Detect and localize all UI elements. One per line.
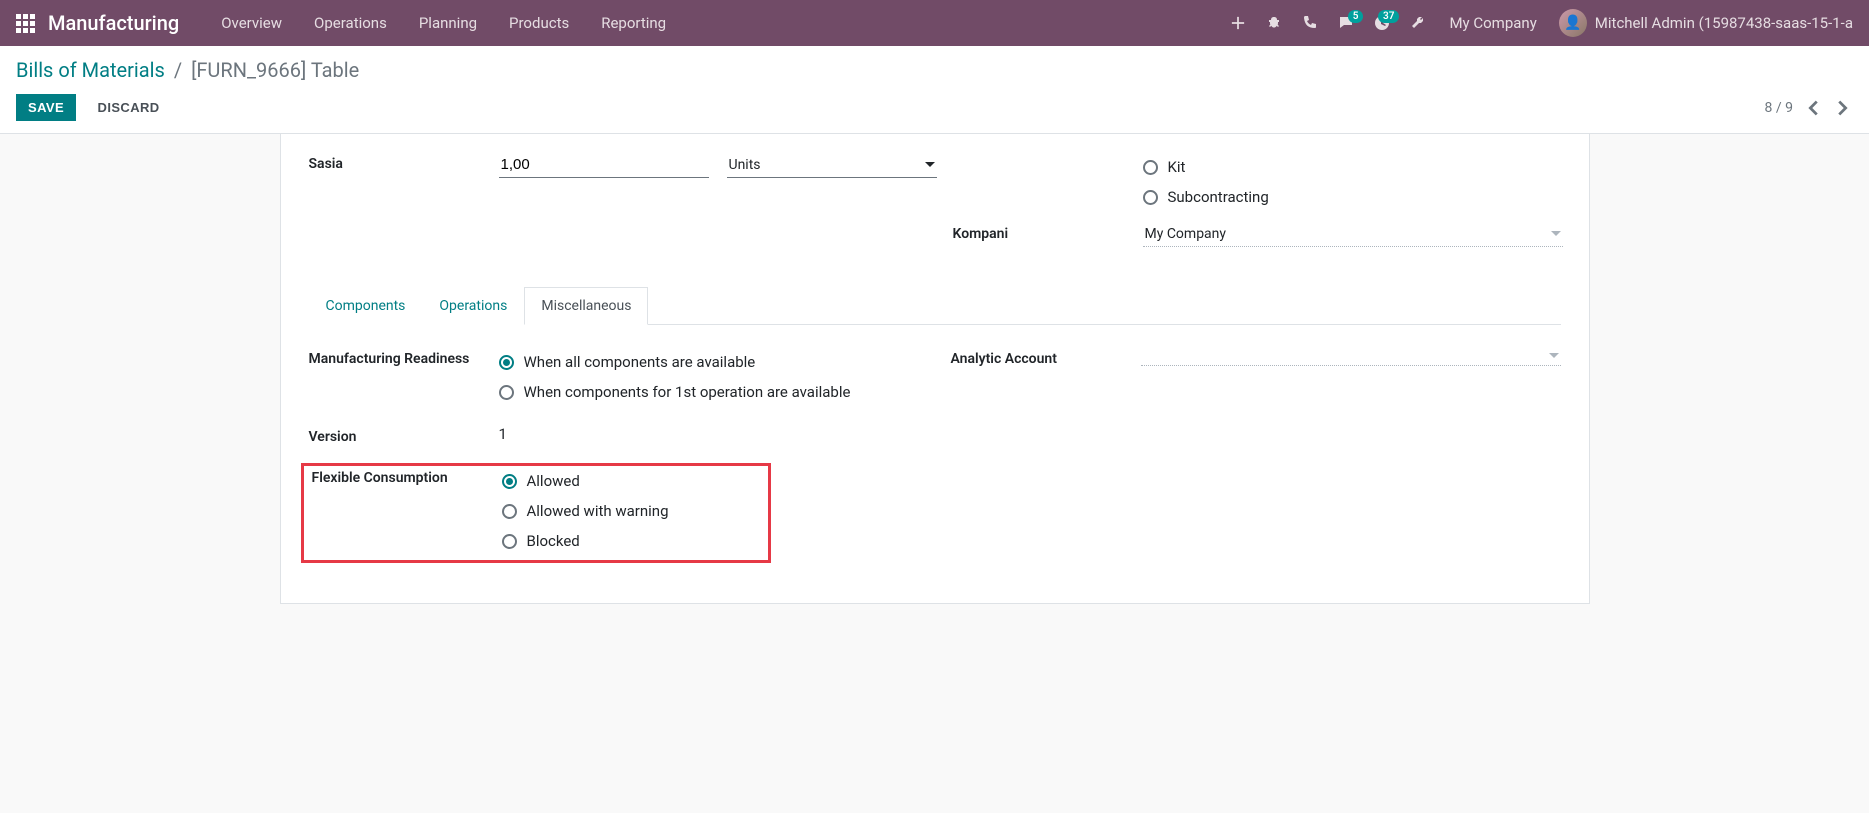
- type-sub-label: Subcontracting: [1168, 188, 1269, 206]
- menu-products[interactable]: Products: [495, 0, 583, 46]
- user-name: Mitchell Admin (15987438-saas-15-1-a: [1595, 14, 1853, 32]
- systray: 5 37 My Company 👤 Mitchell Admin (159874…: [1221, 6, 1861, 40]
- readiness-first-label: When components for 1st operation are av…: [524, 383, 851, 401]
- top-navbar: Manufacturing Overview Operations Planni…: [0, 0, 1869, 46]
- version-value: 1: [499, 425, 911, 443]
- radio-icon: [502, 504, 517, 519]
- pager-next-icon[interactable]: [1831, 97, 1853, 119]
- menu-operations[interactable]: Operations: [300, 0, 401, 46]
- flex-blocked-option[interactable]: Blocked: [502, 526, 764, 556]
- plus-icon[interactable]: [1221, 6, 1255, 40]
- tab-components[interactable]: Components: [309, 287, 423, 325]
- menu-planning[interactable]: Planning: [405, 0, 491, 46]
- breadcrumb-parent[interactable]: Bills of Materials: [16, 58, 165, 82]
- phone-icon[interactable]: [1293, 6, 1327, 40]
- type-kit-label: Kit: [1168, 158, 1186, 176]
- analytic-account-select[interactable]: [1141, 347, 1561, 366]
- flex-blocked-label: Blocked: [527, 532, 580, 550]
- highlight-flexible-consumption: Flexible Consumption Allowed Allowed wit…: [301, 463, 771, 563]
- label-sasia: Sasia: [309, 152, 499, 172]
- save-button[interactable]: SAVE: [16, 94, 76, 121]
- quantity-input[interactable]: [499, 152, 709, 178]
- tab-miscellaneous[interactable]: Miscellaneous: [524, 287, 648, 325]
- radio-icon: [1143, 190, 1158, 205]
- user-menu[interactable]: 👤 Mitchell Admin (15987438-saas-15-1-a: [1551, 9, 1861, 37]
- readiness-all-label: When all components are available: [524, 353, 756, 371]
- flex-allowed-label: Allowed: [527, 472, 580, 490]
- breadcrumb: Bills of Materials / [FURN_9666] Table: [16, 58, 1853, 82]
- form-container: Sasia Units Kit: [220, 134, 1650, 644]
- uom-value: Units: [729, 157, 761, 173]
- radio-icon: [499, 385, 514, 400]
- messages-badge: 5: [1348, 10, 1364, 23]
- notebook-tabs: Components Operations Miscellaneous: [309, 287, 1561, 325]
- pager: 8 / 9: [1765, 97, 1853, 119]
- tools-icon[interactable]: [1401, 6, 1435, 40]
- pager-prev-icon[interactable]: [1803, 97, 1825, 119]
- apps-launcher-icon[interactable]: [8, 6, 42, 40]
- tab-pane-misc: Manufacturing Readiness When all compone…: [309, 347, 1561, 563]
- type-subcontracting-option[interactable]: Subcontracting: [1143, 182, 1563, 212]
- radio-selected-icon: [502, 474, 517, 489]
- radio-selected-icon: [499, 355, 514, 370]
- type-kit-option[interactable]: Kit: [1143, 152, 1563, 182]
- label-flexible-consumption: Flexible Consumption: [312, 466, 502, 486]
- activities-icon[interactable]: 37: [1365, 6, 1399, 40]
- company-value: My Company: [1145, 226, 1227, 242]
- messages-icon[interactable]: 5: [1329, 6, 1363, 40]
- control-panel: Bills of Materials / [FURN_9666] Table S…: [0, 46, 1869, 134]
- breadcrumb-current: [FURN_9666] Table: [191, 58, 359, 82]
- flex-allowed-option[interactable]: Allowed: [502, 466, 764, 496]
- avatar: 👤: [1559, 9, 1587, 37]
- menu-reporting[interactable]: Reporting: [587, 0, 680, 46]
- readiness-first-option[interactable]: When components for 1st operation are av…: [499, 377, 911, 407]
- caret-down-icon: [1549, 351, 1559, 361]
- uom-select[interactable]: Units: [727, 152, 937, 178]
- radio-icon: [1143, 160, 1158, 175]
- company-switcher[interactable]: My Company: [1437, 14, 1548, 32]
- label-readiness: Manufacturing Readiness: [309, 347, 499, 367]
- caret-down-icon: [1551, 229, 1561, 239]
- breadcrumb-sep: /: [174, 58, 182, 82]
- flex-warning-label: Allowed with warning: [527, 502, 669, 520]
- app-brand[interactable]: Manufacturing: [48, 11, 179, 35]
- radio-icon: [502, 534, 517, 549]
- label-version: Version: [309, 425, 499, 445]
- flex-warning-option[interactable]: Allowed with warning: [502, 496, 764, 526]
- main-menu: Overview Operations Planning Products Re…: [207, 0, 680, 46]
- activities-badge: 37: [1378, 10, 1399, 23]
- form-sheet: Sasia Units Kit: [280, 134, 1590, 604]
- tab-operations[interactable]: Operations: [422, 287, 524, 325]
- discard-button[interactable]: DISCARD: [86, 94, 172, 121]
- company-select[interactable]: My Company: [1143, 222, 1563, 247]
- label-kompani: Kompani: [953, 222, 1143, 242]
- label-analytic-account: Analytic Account: [951, 347, 1141, 367]
- pager-text: 8 / 9: [1765, 100, 1793, 116]
- readiness-all-option[interactable]: When all components are available: [499, 347, 911, 377]
- bug-icon[interactable]: [1257, 6, 1291, 40]
- menu-overview[interactable]: Overview: [207, 0, 296, 46]
- caret-down-icon: [925, 160, 935, 170]
